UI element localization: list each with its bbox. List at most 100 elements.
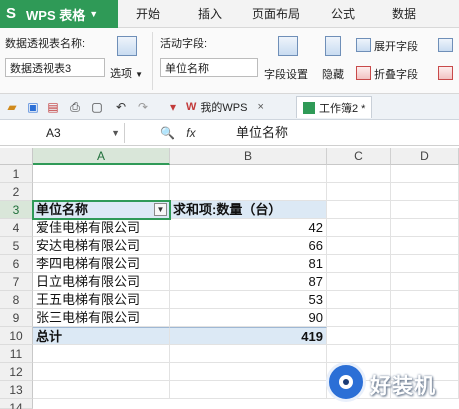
cell[interactable] <box>33 345 170 363</box>
cell[interactable] <box>33 165 170 183</box>
cell[interactable] <box>327 309 391 327</box>
pivot-value[interactable]: 42 <box>170 219 327 237</box>
cell[interactable] <box>327 237 391 255</box>
cell[interactable] <box>327 255 391 273</box>
pivot-options-icon[interactable] <box>117 36 137 56</box>
row-header[interactable]: 13 <box>0 381 33 399</box>
row-header[interactable]: 12 <box>0 363 33 381</box>
pivot-row-label[interactable]: 安达电梯有限公司 <box>33 237 170 255</box>
row-header[interactable]: 11 <box>0 345 33 363</box>
menu-data[interactable]: 数据 <box>392 0 416 28</box>
print-icon[interactable]: ⎙ <box>68 100 82 114</box>
row-header[interactable]: 3 <box>0 201 33 219</box>
row-header[interactable]: 7 <box>0 273 33 291</box>
pivot-value[interactable]: 81 <box>170 255 327 273</box>
cell[interactable] <box>391 183 459 201</box>
options-button[interactable]: 选项 ▼ <box>110 65 143 81</box>
tab-mywps[interactable]: W 我的WPS × <box>186 96 264 118</box>
name-box[interactable]: A3 ▼ <box>0 123 125 143</box>
open-folder-icon[interactable]: ▰ <box>5 100 19 114</box>
cell[interactable] <box>391 255 459 273</box>
cell[interactable] <box>33 363 170 381</box>
row-header[interactable]: 4 <box>0 219 33 237</box>
menu-page-layout[interactable]: 页面布局 <box>252 0 300 28</box>
collapse-field-button[interactable]: 折叠字段 <box>374 66 418 82</box>
row-header[interactable]: 14 <box>0 399 33 409</box>
row-header[interactable]: 1 <box>0 165 33 183</box>
pivot-value[interactable]: 90 <box>170 309 327 327</box>
undo-icon[interactable]: ↶ <box>114 100 128 114</box>
pivot-row-label[interactable]: 日立电梯有限公司 <box>33 273 170 291</box>
select-all-corner[interactable] <box>0 148 33 165</box>
expand-field-icon[interactable] <box>356 38 371 52</box>
cell[interactable] <box>391 309 459 327</box>
pivot-name-input[interactable] <box>5 58 105 77</box>
fx-icon[interactable]: fx <box>186 126 195 140</box>
menu-formulas[interactable]: 公式 <box>331 0 355 28</box>
pivot-value[interactable]: 53 <box>170 291 327 309</box>
cell[interactable] <box>327 273 391 291</box>
toolbar-icon[interactable] <box>438 38 453 52</box>
chevron-down-icon[interactable]: ▼ <box>111 123 120 143</box>
toolbar-icon[interactable] <box>438 66 453 80</box>
cell[interactable] <box>391 291 459 309</box>
row-header[interactable]: 10 <box>0 327 33 345</box>
filter-dropdown-icon[interactable]: ▼ <box>154 203 167 216</box>
customize-toolbar-icon[interactable]: ▾ <box>166 100 180 114</box>
pivot-row-label[interactable]: 爱佳电梯有限公司 <box>33 219 170 237</box>
row-header[interactable]: 9 <box>0 309 33 327</box>
collapse-field-icon[interactable] <box>356 66 371 80</box>
close-icon[interactable]: × <box>257 101 263 113</box>
field-settings-icon[interactable] <box>278 36 298 56</box>
cell[interactable] <box>170 381 327 399</box>
export-pdf-icon[interactable]: ▤ <box>46 100 60 114</box>
pivot-grand-total-label[interactable]: 总计 <box>33 327 170 345</box>
cell[interactable] <box>391 219 459 237</box>
column-header-d[interactable]: D <box>391 148 459 165</box>
app-menu-button[interactable]: S WPS 表格 ▼ <box>0 0 118 28</box>
row-header[interactable]: 5 <box>0 237 33 255</box>
cell[interactable] <box>391 273 459 291</box>
cell[interactable] <box>170 165 327 183</box>
cell[interactable] <box>33 381 170 399</box>
pivot-row-field-header[interactable]: 单位名称 ▼ <box>33 201 170 219</box>
active-field-input[interactable] <box>160 58 258 77</box>
formula-input[interactable]: 单位名称 <box>236 123 288 143</box>
cell[interactable] <box>327 219 391 237</box>
cell[interactable] <box>170 363 327 381</box>
cell[interactable] <box>391 165 459 183</box>
pivot-value-field-header[interactable]: 求和项:数量（台） <box>170 201 327 219</box>
cell[interactable] <box>327 291 391 309</box>
row-header[interactable]: 8 <box>0 291 33 309</box>
redo-icon[interactable]: ↷ <box>136 100 150 114</box>
cell[interactable] <box>391 237 459 255</box>
field-settings-button[interactable]: 字段设置 <box>264 66 308 82</box>
cell[interactable] <box>327 201 391 219</box>
hide-icon[interactable] <box>325 36 341 56</box>
hide-button[interactable]: 隐藏 <box>322 66 344 82</box>
pivot-row-label[interactable]: 张三电梯有限公司 <box>33 309 170 327</box>
cell[interactable] <box>170 183 327 201</box>
cell[interactable] <box>327 165 391 183</box>
cell[interactable] <box>33 183 170 201</box>
menu-insert[interactable]: 插入 <box>198 0 222 28</box>
cell[interactable] <box>327 327 391 345</box>
menu-home[interactable]: 开始 <box>136 0 160 28</box>
pivot-row-label[interactable]: 王五电梯有限公司 <box>33 291 170 309</box>
save-icon[interactable]: ▣ <box>26 100 40 114</box>
column-header-a[interactable]: A <box>33 148 170 165</box>
cell[interactable] <box>391 327 459 345</box>
column-header-b[interactable]: B <box>170 148 327 165</box>
row-header[interactable]: 6 <box>0 255 33 273</box>
print-preview-icon[interactable]: ▢ <box>90 100 104 114</box>
cell[interactable] <box>391 201 459 219</box>
pivot-row-label[interactable]: 李四电梯有限公司 <box>33 255 170 273</box>
column-header-c[interactable]: C <box>327 148 391 165</box>
expand-field-button[interactable]: 展开字段 <box>374 38 418 54</box>
tab-workbook[interactable]: 工作簿2 * <box>296 96 373 118</box>
zoom-icon[interactable]: 🔍 <box>160 126 175 140</box>
pivot-value[interactable]: 66 <box>170 237 327 255</box>
cell[interactable] <box>170 345 327 363</box>
pivot-value[interactable]: 87 <box>170 273 327 291</box>
pivot-grand-total-value[interactable]: 419 <box>170 327 327 345</box>
